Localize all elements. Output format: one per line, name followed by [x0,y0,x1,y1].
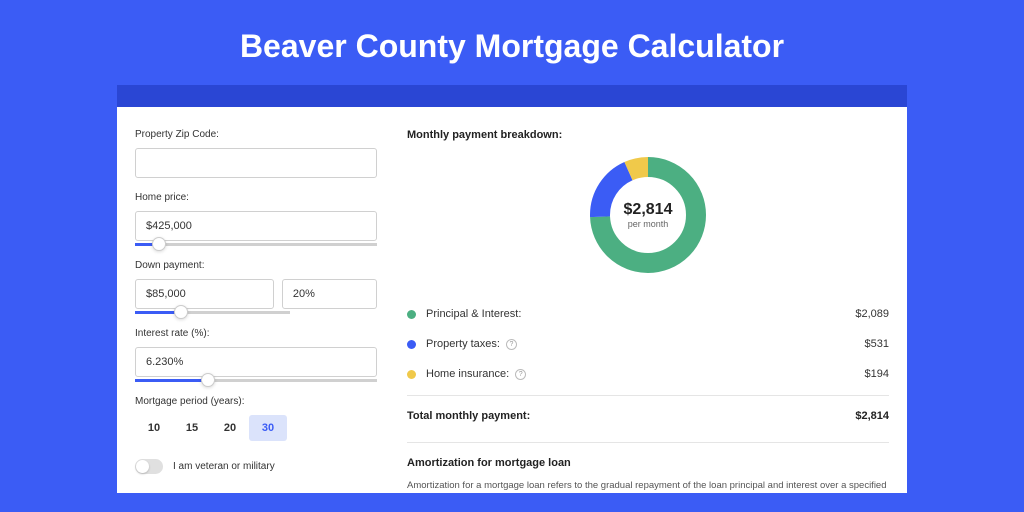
down-payment-pct-input[interactable] [282,279,377,309]
period-field-group: Mortgage period (years): 10 15 20 30 [135,396,377,441]
total-value: $2,814 [855,410,889,422]
interest-input[interactable] [135,347,377,377]
total-row: Total monthly payment: $2,814 [407,402,889,436]
form-column: Property Zip Code: Home price: Down paym… [135,129,377,493]
veteran-label: I am veteran or military [173,461,275,472]
down-payment-field-group: Down payment: [135,260,377,314]
zip-field-group: Property Zip Code: [135,129,377,178]
breakdown-title: Monthly payment breakdown: [407,129,889,141]
legend-value-principal: $2,089 [855,308,889,320]
calculator-card: Property Zip Code: Home price: Down paym… [117,107,907,493]
home-price-slider[interactable] [135,243,377,246]
legend-dot-principal [407,310,416,319]
divider [407,395,889,396]
interest-field-group: Interest rate (%): [135,328,377,382]
donut-chart-wrap: $2,814 per month [407,155,889,275]
legend-label-insurance: Home insurance: ? [426,368,865,380]
donut-center: $2,814 per month [624,201,673,229]
home-price-field-group: Home price: [135,192,377,246]
info-icon[interactable]: ? [506,339,517,350]
legend-value-insurance: $194 [865,368,889,380]
interest-label: Interest rate (%): [135,328,377,339]
info-icon[interactable]: ? [515,369,526,380]
veteran-toggle[interactable] [135,459,163,474]
amortization-section: Amortization for mortgage loan Amortizat… [407,442,889,493]
legend-dot-taxes [407,340,416,349]
down-payment-input[interactable] [135,279,274,309]
period-label: Mortgage period (years): [135,396,377,407]
period-10-button[interactable]: 10 [135,415,173,441]
legend-label-principal: Principal & Interest: [426,308,855,320]
veteran-toggle-row: I am veteran or military [135,459,377,474]
zip-input[interactable] [135,148,377,178]
breakdown-column: Monthly payment breakdown: $2,814 per mo… [407,129,889,493]
home-price-slider-thumb[interactable] [152,237,166,251]
down-payment-slider[interactable] [135,311,290,314]
page-title: Beaver County Mortgage Calculator [0,0,1024,85]
period-buttons: 10 15 20 30 [135,415,377,441]
legend-label-taxes: Property taxes: ? [426,338,865,350]
header-bar [117,85,907,107]
period-20-button[interactable]: 20 [211,415,249,441]
interest-slider[interactable] [135,379,377,382]
home-price-label: Home price: [135,192,377,203]
legend-value-taxes: $531 [865,338,889,350]
legend-row-insurance: Home insurance: ? $194 [407,359,889,389]
legend-dot-insurance [407,370,416,379]
down-payment-label: Down payment: [135,260,377,271]
home-price-input[interactable] [135,211,377,241]
period-30-button[interactable]: 30 [249,415,287,441]
interest-slider-thumb[interactable] [201,373,215,387]
legend-row-principal: Principal & Interest: $2,089 [407,299,889,329]
amortization-title: Amortization for mortgage loan [407,457,889,469]
down-payment-slider-thumb[interactable] [174,305,188,319]
donut-sub: per month [624,219,673,229]
total-label: Total monthly payment: [407,410,855,422]
amortization-text: Amortization for a mortgage loan refers … [407,479,889,493]
donut-chart: $2,814 per month [588,155,708,275]
donut-amount: $2,814 [624,201,673,219]
veteran-toggle-knob [136,460,149,473]
legend-row-taxes: Property taxes: ? $531 [407,329,889,359]
zip-label: Property Zip Code: [135,129,377,140]
period-15-button[interactable]: 15 [173,415,211,441]
